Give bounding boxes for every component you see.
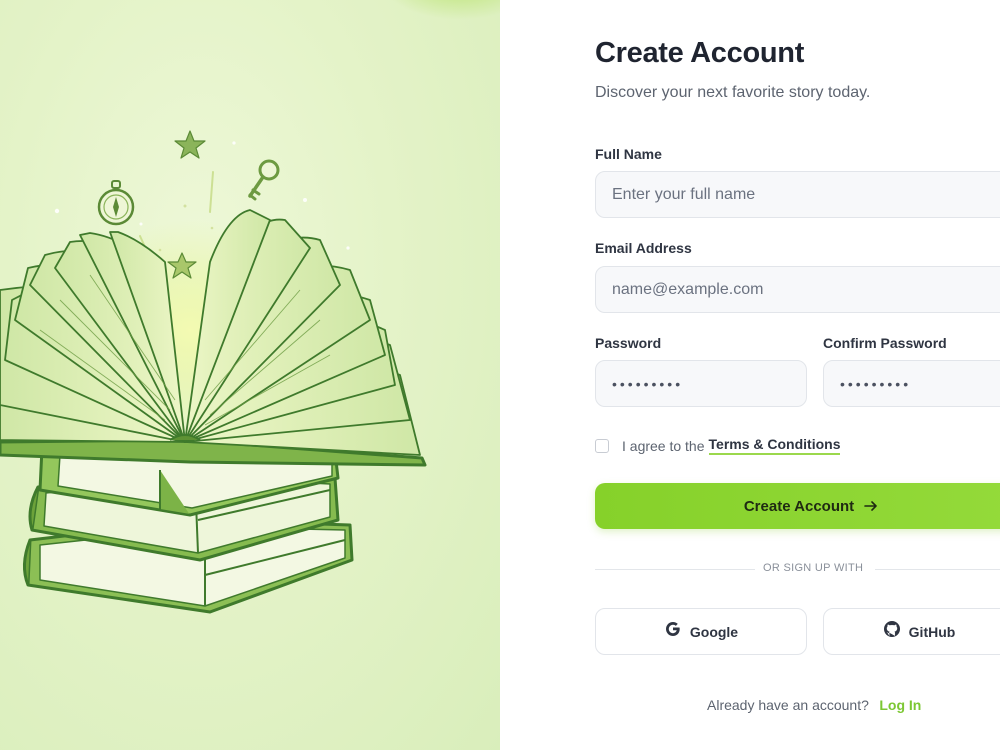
password-input[interactable]	[595, 360, 807, 407]
email-label: Email Address	[595, 240, 692, 256]
signup-page: Create Account Discover your next favori…	[0, 0, 1000, 750]
divider: OR SIGN UP WITH	[595, 560, 1000, 578]
divider-line-right	[875, 569, 1000, 570]
key-icon	[248, 159, 280, 201]
terms-checkbox[interactable]	[595, 438, 609, 453]
illustration-panel	[0, 0, 500, 750]
create-account-button[interactable]: Create Account	[595, 483, 1000, 529]
login-link[interactable]: Log In	[879, 697, 921, 713]
confirm-password-label: Confirm Password	[823, 335, 947, 351]
google-signup-button[interactable]: Google	[595, 608, 807, 655]
star-icon	[174, 130, 206, 159]
login-prompt: Already have an account?	[707, 697, 869, 713]
password-label: Password	[595, 335, 662, 351]
github-label: GitHub	[908, 623, 956, 640]
full-name-input[interactable]	[595, 171, 1000, 218]
github-signup-button[interactable]: GitHub	[823, 608, 1000, 655]
signup-form-panel: Create Account Discover your next favori…	[500, 0, 1000, 750]
email-input[interactable]	[595, 266, 1000, 313]
books-illustration	[0, 130, 427, 614]
full-name-label: Full Name	[595, 146, 662, 162]
divider-label: OR SIGN UP WITH	[763, 562, 864, 574]
confirm-password-input[interactable]	[823, 360, 1000, 407]
terms-row: I agree to the Terms & Conditions	[595, 436, 841, 455]
page-subtitle: Discover your next favorite story today.	[595, 84, 871, 101]
terms-prefix: I agree to the	[622, 437, 705, 454]
book-stack	[0, 209, 427, 614]
google-icon	[664, 620, 682, 643]
divider-line-left	[595, 569, 755, 570]
google-label: Google	[689, 623, 739, 640]
page-title: Create Account	[595, 37, 805, 69]
create-account-label: Create Account	[743, 497, 855, 515]
github-icon	[883, 620, 901, 643]
terms-link[interactable]: Terms & Conditions	[708, 436, 841, 455]
compass-icon	[97, 180, 135, 226]
arrow-right-icon	[864, 499, 878, 513]
login-row: Already have an account? Log In	[707, 697, 921, 715]
